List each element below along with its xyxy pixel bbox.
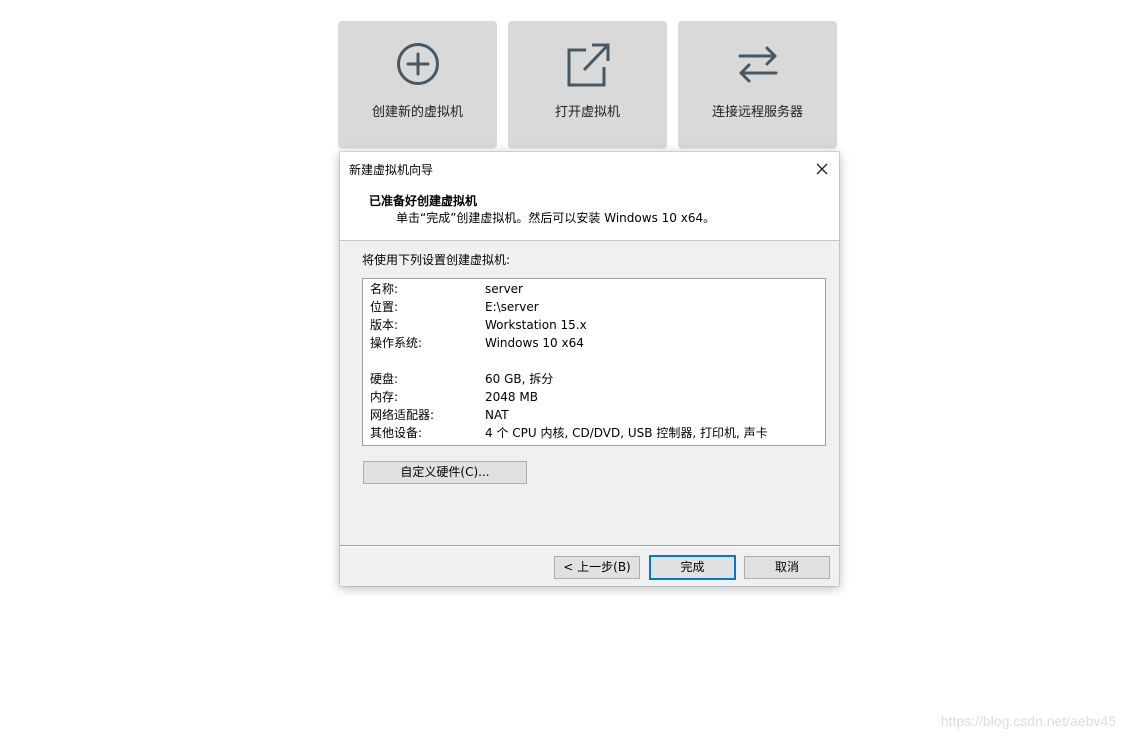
external-open-icon bbox=[565, 41, 611, 87]
summary-label: 网络适配器: bbox=[370, 408, 435, 422]
page-subheading: 单击“完成”创建虚拟机。然后可以安装 Windows 10 x64。 bbox=[396, 211, 716, 225]
open-vm-label: 打开虚拟机 bbox=[554, 105, 620, 120]
summary-value: Windows 10 x64 bbox=[485, 336, 584, 350]
watermark: https://blog.csdn.net/aebv45 bbox=[940, 713, 1116, 729]
back-button[interactable]: < 上一步(B) bbox=[554, 556, 640, 579]
summary-value: 4 个 CPU 内核, CD/DVD, USB 控制器, 打印机, 声卡 bbox=[485, 426, 768, 440]
summary-value: 60 GB, 拆分 bbox=[485, 372, 554, 386]
dialog-header: 新建虚拟机向导 已准备好创建虚拟机 单击“完成”创建虚拟机。然后可以安装 Win… bbox=[340, 152, 839, 241]
footer-divider bbox=[340, 545, 839, 547]
settings-intro: 将使用下列设置创建虚拟机: bbox=[362, 253, 511, 267]
plus-circle-icon bbox=[395, 41, 441, 87]
summary-label: 内存: bbox=[370, 390, 399, 404]
summary-label: 硬盘: bbox=[370, 372, 399, 386]
create-vm-label: 创建新的虚拟机 bbox=[371, 105, 463, 120]
summary-value: E:\server bbox=[485, 300, 539, 314]
summary-value: NAT bbox=[485, 408, 509, 422]
open-vm-tile[interactable]: 打开虚拟机 bbox=[508, 21, 667, 148]
summary-label: 位置: bbox=[370, 300, 399, 314]
summary-value: server bbox=[485, 282, 523, 296]
summary-label: 操作系统: bbox=[370, 336, 423, 350]
dialog-title: 新建虚拟机向导 bbox=[349, 163, 434, 177]
summary-label: 其他设备: bbox=[370, 426, 423, 440]
connect-remote-label: 连接远程服务器 bbox=[711, 105, 803, 120]
page-heading: 已准备好创建虚拟机 bbox=[369, 194, 478, 208]
connect-remote-tile[interactable]: 连接远程服务器 bbox=[678, 21, 837, 148]
customize-hardware-button[interactable]: 自定义硬件(C)... bbox=[363, 461, 527, 484]
create-vm-tile[interactable]: 创建新的虚拟机 bbox=[338, 21, 497, 148]
summary-value: Workstation 15.x bbox=[485, 318, 587, 332]
finish-button[interactable]: 完成 bbox=[649, 555, 736, 580]
swap-arrows-icon bbox=[735, 41, 781, 87]
settings-summary-box: 名称: server 位置: E:\server 版本: Workstation… bbox=[362, 278, 826, 446]
summary-value: 2048 MB bbox=[485, 390, 538, 404]
close-icon bbox=[816, 163, 828, 175]
close-button[interactable] bbox=[811, 158, 833, 180]
summary-label: 名称: bbox=[370, 282, 399, 296]
cancel-button[interactable]: 取消 bbox=[744, 556, 830, 579]
new-vm-wizard-dialog: 新建虚拟机向导 已准备好创建虚拟机 单击“完成”创建虚拟机。然后可以安装 Win… bbox=[340, 152, 839, 586]
summary-label: 版本: bbox=[370, 318, 399, 332]
